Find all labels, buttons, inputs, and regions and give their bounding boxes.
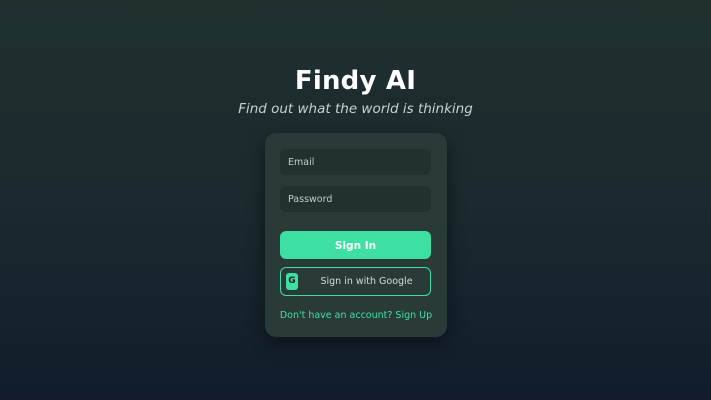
login-card: Sign In G Sign in with Google Don't have… bbox=[265, 133, 447, 337]
app-tagline: Find out what the world is thinking bbox=[238, 101, 473, 117]
password-input[interactable] bbox=[280, 186, 431, 212]
email-input[interactable] bbox=[280, 149, 431, 175]
google-sign-in-label: Sign in with Google bbox=[320, 276, 413, 287]
sign-in-button[interactable]: Sign In bbox=[280, 231, 431, 259]
app-title: Findy AI bbox=[294, 66, 417, 96]
google-sign-in-button[interactable]: G Sign in with Google bbox=[280, 267, 431, 296]
sign-up-link[interactable]: Don't have an account? Sign Up bbox=[265, 309, 447, 323]
google-icon: G bbox=[286, 273, 298, 290]
